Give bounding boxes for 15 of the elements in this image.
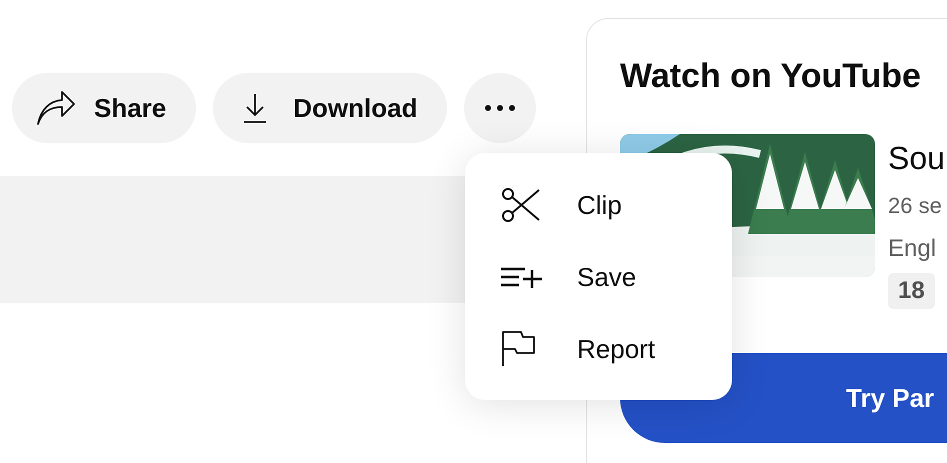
menu-item[interactable]: Save: [465, 241, 732, 313]
language-label: Engl: [888, 235, 938, 263]
download-button[interactable]: Download: [213, 73, 448, 143]
playlist-add-icon: [501, 266, 543, 288]
season-count: 26 se: [888, 193, 943, 219]
flag-icon: [501, 331, 535, 367]
panel-title: Watch on YouTube: [620, 57, 922, 96]
more-icon: [484, 104, 516, 112]
download-icon: [243, 93, 268, 123]
show-title[interactable]: Sou: [888, 140, 945, 177]
share-icon: [36, 90, 76, 126]
share-button[interactable]: Share: [12, 73, 196, 143]
menu-item[interactable]: Clip: [465, 169, 732, 241]
age-rating: 18: [888, 273, 935, 309]
scissors-icon: [501, 187, 541, 223]
